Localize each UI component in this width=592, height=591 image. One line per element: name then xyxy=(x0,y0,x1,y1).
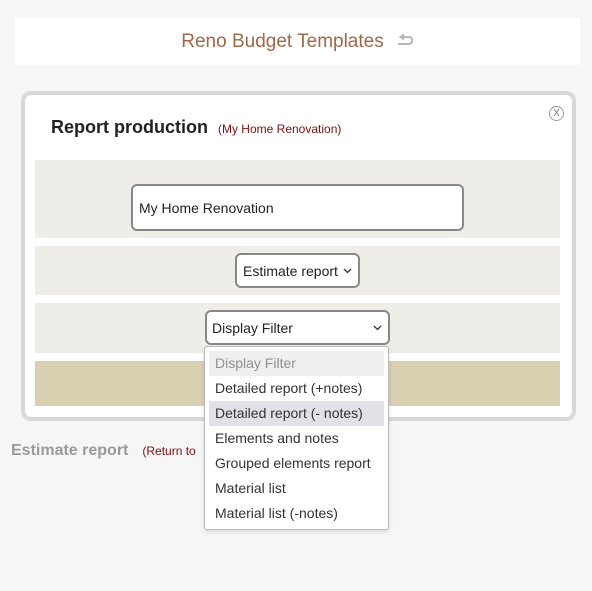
dropdown-option[interactable]: Grouped elements report xyxy=(209,451,384,476)
display-filter-value: Display Filter xyxy=(212,319,293,336)
project-name-input[interactable]: My Home Renovation xyxy=(131,184,464,231)
dropdown-option[interactable]: Material list (-notes) xyxy=(209,501,384,526)
dialog-subtitle: (My Home Renovation) xyxy=(217,122,342,136)
dropdown-option[interactable]: Material list xyxy=(209,476,384,501)
project-name-row: My Home Renovation xyxy=(35,160,560,238)
dropdown-option[interactable]: Detailed report (+notes) xyxy=(209,376,384,401)
report-type-select[interactable]: Estimate report xyxy=(235,253,360,288)
dialog-header: Report production (My Home Renovation) xyxy=(51,117,341,138)
section-label: Estimate report (Return to xyxy=(11,442,196,460)
dialog-title: Report production xyxy=(51,117,208,137)
display-filter-select[interactable]: Display Filter xyxy=(205,310,390,345)
dropdown-option[interactable]: Detailed report (- notes) xyxy=(209,401,384,426)
undo-arrow-icon[interactable] xyxy=(396,33,414,50)
display-filter-dropdown: Display Filter Detailed report (+notes) … xyxy=(204,346,389,530)
return-link[interactable]: (Return to xyxy=(142,444,195,458)
dropdown-option[interactable]: Display Filter xyxy=(209,351,384,376)
dropdown-option[interactable]: Elements and notes xyxy=(209,426,384,451)
chevron-down-icon xyxy=(373,325,382,331)
report-type-row: Estimate report xyxy=(35,246,560,295)
estimate-report-label: Estimate report xyxy=(11,442,129,459)
app-title: Reno Budget Templates xyxy=(181,30,384,52)
chevron-down-icon xyxy=(343,268,352,274)
report-type-value: Estimate report xyxy=(243,262,338,279)
app-header: Reno Budget Templates xyxy=(15,18,580,65)
close-icon[interactable]: X xyxy=(549,106,564,121)
